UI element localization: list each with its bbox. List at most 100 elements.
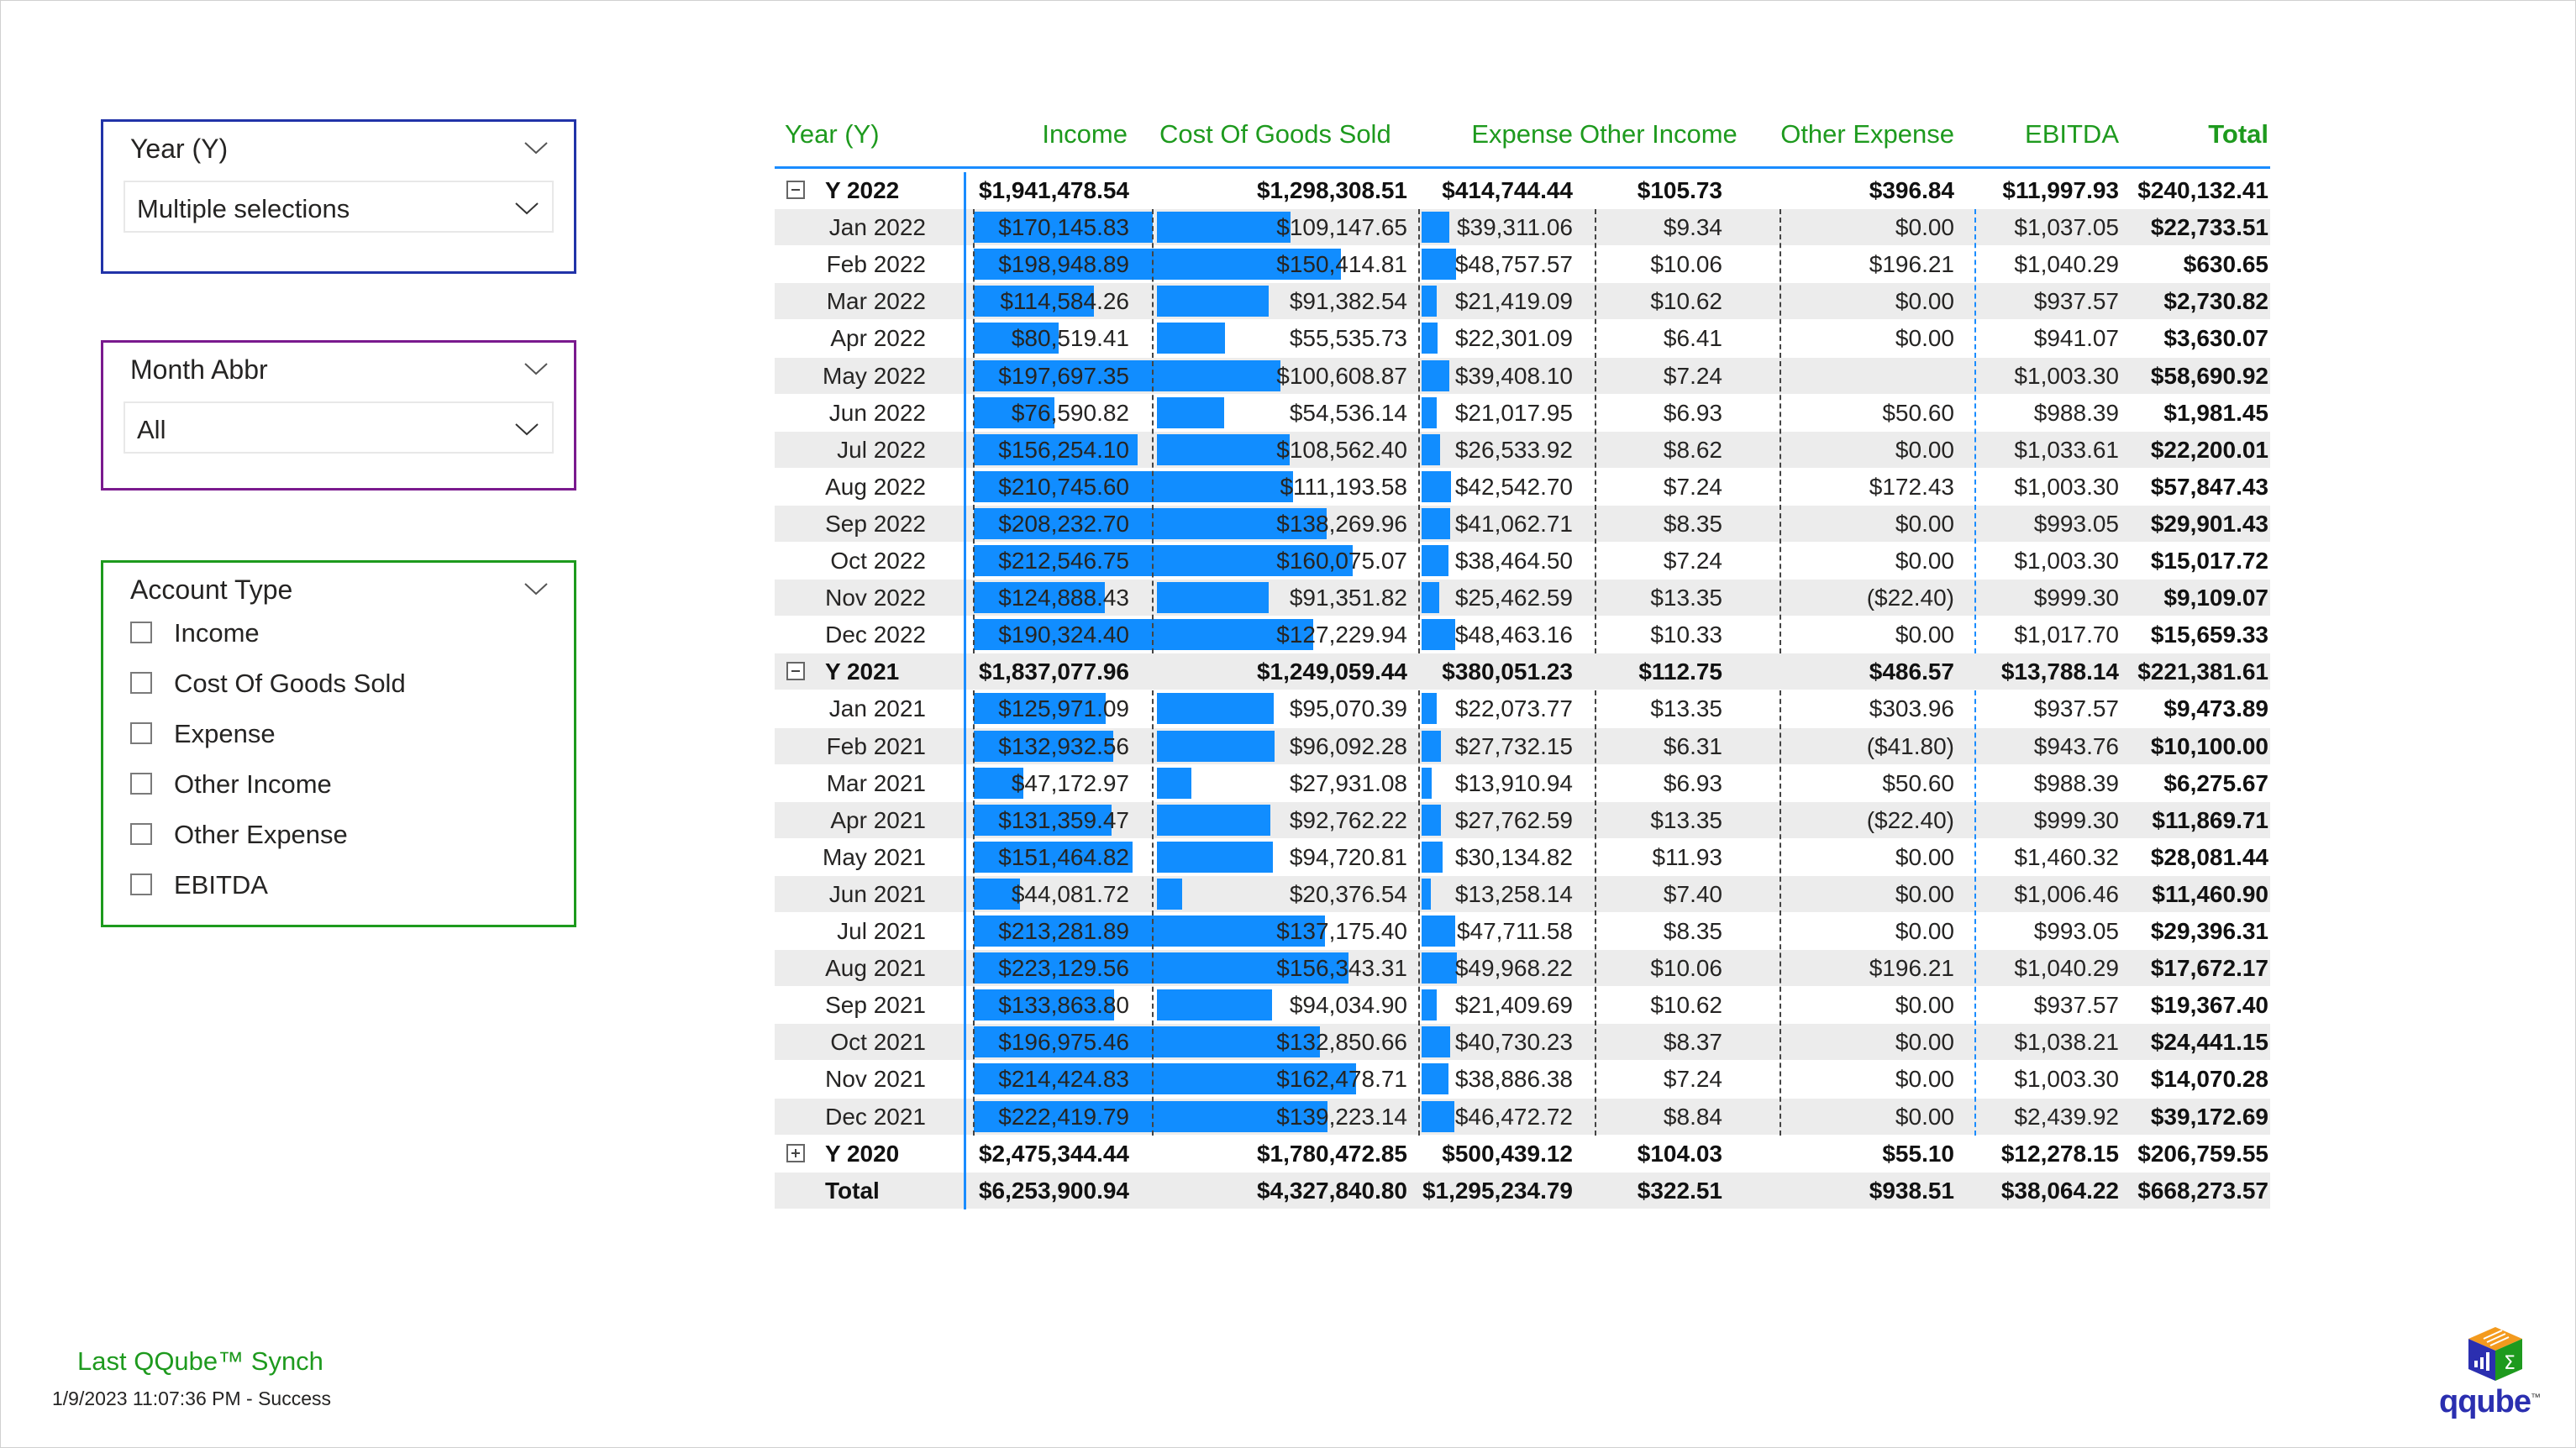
month-row[interactable]: Jan 2021 $125,971.09 $95,070.39 $22,073.77 $…	[775, 690, 2270, 727]
column-header-cogs[interactable]: Cost Of Goods Sold	[1159, 119, 1391, 161]
column-header-expense[interactable]: Expense	[1420, 119, 1573, 161]
month-row[interactable]: Jan 2022 $170,145.83 $109,147.65 $39,311.06…	[775, 209, 2270, 246]
cell-value: $13,788.14	[2000, 658, 2119, 685]
cell-income: $76,590.82	[966, 395, 1129, 431]
month-row[interactable]: Nov 2022 $124,888.43 $91,351.82 $25,462.59 $…	[775, 580, 2270, 616]
cell-cogs: $91,382.54	[1155, 283, 1407, 319]
option-label: Cost Of Goods Sold	[174, 669, 406, 698]
cell-total: $29,901.43	[2124, 506, 2268, 542]
cell-ebitda: $1,037.05	[1974, 209, 2119, 245]
cell-total: $15,017.72	[2124, 543, 2268, 579]
column-header-income[interactable]: Income	[966, 119, 1128, 161]
month-row[interactable]: Jun 2021 $44,081.72 $20,376.54 $13,258.14 $7…	[775, 875, 2270, 912]
column-separator[interactable]	[964, 172, 966, 1209]
chevron-down-icon[interactable]	[523, 140, 549, 155]
checkbox[interactable]	[130, 773, 152, 795]
cell-value: $988.39	[2033, 769, 2119, 796]
cell-value: $50.60	[1882, 399, 1954, 426]
checkbox[interactable]	[130, 874, 152, 895]
month-row[interactable]: Aug 2021 $223,129.56 $156,343.31 $49,968.22…	[775, 950, 2270, 987]
data-bar-cogs	[1157, 730, 1275, 762]
cell-value: $941.07	[2033, 325, 2119, 352]
cell-other-expense: $0.00	[1780, 283, 1954, 319]
data-bar-cogs	[1157, 359, 1280, 391]
cell-value: $50.60	[1882, 769, 1954, 796]
cell-value: $6.93	[1663, 399, 1722, 426]
data-bar-expense	[1422, 359, 1449, 391]
month-row[interactable]: Oct 2022 $212,546.75 $160,075.07 $38,464.50…	[775, 543, 2270, 579]
cell-value: $57,847.43	[2150, 473, 2268, 500]
year-row[interactable]: Y 2020 $2,475,344.44 $1,780,472.85 $500,439…	[775, 1136, 2270, 1172]
month-row[interactable]: May 2021 $151,464.82 $94,720.81 $30,134.82 $…	[775, 839, 2270, 875]
month-row[interactable]: Aug 2022 $210,745.60 $111,193.58 $42,542.70…	[775, 469, 2270, 505]
cell-other-income: $104.03	[1580, 1136, 1722, 1172]
column-separator	[1418, 690, 1420, 1136]
cell-value: $12,278.15	[2000, 1140, 2119, 1167]
year-dropdown[interactable]: Multiple selections	[124, 181, 554, 233]
month-dropdown[interactable]: All	[124, 401, 554, 454]
cell-value: $55,535.73	[1289, 325, 1407, 352]
month-row[interactable]: Feb 2021 $132,932.56 $96,092.28 $27,732.15 $…	[775, 727, 2270, 764]
month-row[interactable]: Mar 2021 $47,172.97 $27,931.08 $13,910.94 $6…	[775, 765, 2270, 801]
month-row[interactable]: Jun 2022 $76,590.82 $54,536.14 $21,017.95 $6…	[775, 395, 2270, 431]
cell-income: $131,359.47	[966, 802, 1129, 838]
cell-value: $2,730.82	[2163, 288, 2268, 315]
checkbox[interactable]	[130, 722, 152, 744]
data-bar-expense	[1422, 433, 1441, 465]
cell-value: $29,901.43	[2150, 510, 2268, 537]
cell-value: $1,033.61	[2014, 436, 2119, 463]
cell-value: $24,441.15	[2150, 1029, 2268, 1056]
cell-value: $6,275.67	[2163, 769, 2268, 796]
column-header-other-income[interactable]: Other Income	[1580, 119, 1737, 161]
month-row[interactable]: Mar 2022 $114,584.26 $91,382.54 $21,419.09 $…	[775, 283, 2270, 320]
cell-value: $7.24	[1663, 548, 1722, 574]
cell-expense: $414,744.44	[1420, 172, 1573, 208]
cell-value: $198,948.89	[998, 251, 1129, 278]
year-row[interactable]: Y 2021 $1,837,077.96 $1,249,059.44 $380,051…	[775, 653, 2270, 690]
chevron-down-icon[interactable]	[523, 361, 549, 376]
qqube-logo-text: qqube™	[2439, 1384, 2541, 1420]
total-row[interactable]: Total $6,253,900.94 $4,327,840.80 $1,295,23…	[775, 1172, 2270, 1209]
cell-income: $125,971.09	[966, 690, 1129, 727]
collapse-icon[interactable]	[786, 662, 805, 681]
year-row[interactable]: Y 2022 $1,941,478.54 $1,298,308.51 $414,744…	[775, 172, 2270, 208]
cell-other-expense: $196.21	[1780, 246, 1954, 282]
month-row[interactable]: Apr 2022 $80,519.41 $55,535.73 $22,301.09 $6…	[775, 320, 2270, 356]
expand-icon[interactable]	[786, 1143, 805, 1162]
month-row[interactable]: Feb 2022 $198,948.89 $150,414.81 $48,757.57…	[775, 246, 2270, 282]
cell-value: $1,003.30	[2014, 548, 2119, 574]
cell-value: $322.51	[1637, 1177, 1722, 1204]
chevron-down-icon[interactable]	[523, 581, 549, 596]
cell-other-expense: $0.00	[1780, 1061, 1954, 1097]
column-separator	[1595, 209, 1596, 654]
cell-cogs: $94,034.90	[1155, 987, 1407, 1023]
column-header-other-expense[interactable]: Other Expense	[1780, 119, 1954, 161]
column-header-total[interactable]: Total	[2124, 119, 2268, 161]
checkbox[interactable]	[130, 823, 152, 845]
cell-value: $10.33	[1650, 622, 1722, 648]
cell-other-income: $6.93	[1580, 395, 1722, 431]
month-row[interactable]: Sep 2021 $133,863.80 $94,034.90 $21,409.69 $…	[775, 987, 2270, 1023]
month-row[interactable]: Oct 2021 $196,975.46 $132,850.66 $40,730.23…	[775, 1024, 2270, 1061]
column-header-year[interactable]: Year (Y)	[785, 119, 880, 161]
data-bar-cogs	[1157, 323, 1225, 354]
month-row[interactable]: Jul 2022 $156,254.10 $108,562.40 $26,533.92…	[775, 431, 2270, 468]
cell-other-expense: $396.84	[1780, 172, 1954, 208]
cell-cogs: $20,376.54	[1155, 876, 1407, 912]
month-row[interactable]: Dec 2022 $190,324.40 $127,229.94 $48,463.16…	[775, 616, 2270, 653]
cell-other-expense: $0.00	[1780, 987, 1954, 1023]
month-row[interactable]: Apr 2021 $131,359.47 $92,762.22 $27,762.59 $…	[775, 801, 2270, 838]
checkbox[interactable]	[130, 622, 152, 643]
cell-value: $2,475,344.44	[978, 1140, 1129, 1167]
cell-ebitda: $2,439.92	[1974, 1099, 2119, 1135]
collapse-icon[interactable]	[786, 181, 805, 199]
month-row[interactable]: May 2022 $197,697.35 $100,608.87 $39,408.10…	[775, 357, 2270, 394]
cell-value: $92,762.22	[1289, 806, 1407, 833]
month-row[interactable]: Nov 2021 $214,424.83 $162,478.71 $38,886.38…	[775, 1061, 2270, 1097]
month-row[interactable]: Sep 2022 $208,232.70 $138,269.96 $41,062.71…	[775, 505, 2270, 542]
column-header-ebitda[interactable]: EBITDA	[1974, 119, 2119, 161]
month-row[interactable]: Dec 2021 $222,419.79 $139,223.14 $46,472.72…	[775, 1098, 2270, 1135]
cell-value: $150,414.81	[1276, 251, 1407, 278]
month-row[interactable]: Jul 2021 $213,281.89 $137,175.40 $47,711.58…	[775, 913, 2270, 949]
checkbox[interactable]	[130, 672, 152, 694]
